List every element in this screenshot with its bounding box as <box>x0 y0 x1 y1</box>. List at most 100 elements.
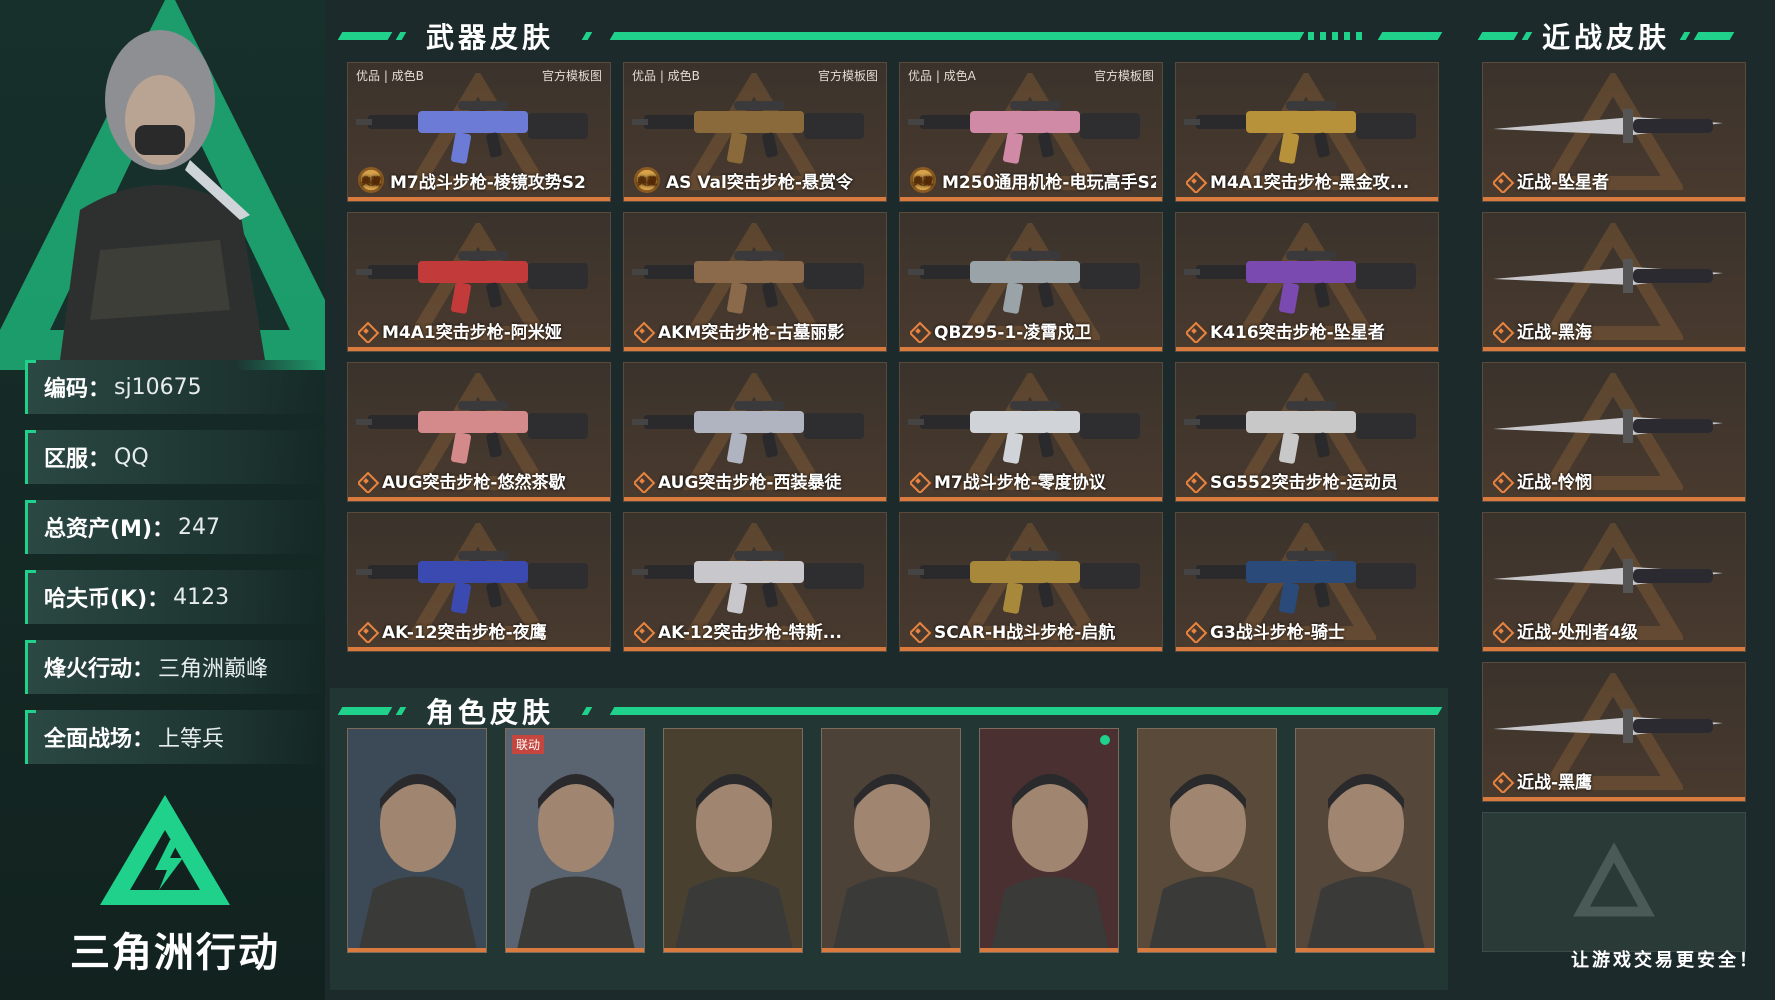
melee-weapon-image <box>1493 559 1723 593</box>
melee-skin-card[interactable]: 近战-黑鹰 <box>1482 662 1746 802</box>
role-skin-card[interactable] <box>979 728 1119 953</box>
weapon-image <box>908 251 1140 314</box>
header-line <box>609 707 1443 715</box>
seal-icon: 典藏 <box>358 167 384 193</box>
weapon-skin-card[interactable]: QBZ95-1-凌霄戍卫 <box>899 212 1163 352</box>
weapon-skin-name: M7战斗步枪-零度协议 <box>934 473 1106 493</box>
info-key: 烽火行动： <box>44 657 155 682</box>
weapon-image <box>632 551 864 614</box>
info-key: 总资产(M)： <box>44 517 175 542</box>
melee-skin-name: 近战-黑鹰 <box>1517 773 1593 793</box>
weapon-skins-title: 武器皮肤 <box>426 21 555 54</box>
weapon-skin-label: AUG突击步枪-西装暴徒 <box>634 468 880 493</box>
weapon-skin-card[interactable]: AK-12突击步枪-夜鹰 <box>347 512 611 652</box>
melee-skin-card[interactable]: 近战-坠星者 <box>1482 62 1746 202</box>
header-accent <box>1377 32 1443 40</box>
role-skin-card[interactable]: 联动 <box>505 728 645 953</box>
weapon-image <box>1184 401 1416 464</box>
weapon-skin-grid: 优品 | 成色B 官方模板图 典藏 M7战斗步枪-棱镜攻势S2 优品 | 成色B 官方模板… <box>347 62 1439 652</box>
role-skins-title: 角色皮肤 <box>426 696 555 729</box>
weapon-skin-label: M4A1突击步枪-阿米娅 <box>358 318 604 343</box>
delta-logo-icon <box>100 795 230 905</box>
melee-skin-card[interactable]: 近战-处刑者4级 <box>1482 512 1746 652</box>
info-key: 全面战场： <box>44 727 155 752</box>
weapon-skin-card[interactable]: AKM突击步枪-古墓丽影 <box>623 212 887 352</box>
header-accent <box>581 32 593 40</box>
delta-watermark-icon <box>1573 842 1655 917</box>
diamond-icon <box>1186 473 1202 489</box>
melee-panel: 近战皮肤 近战-坠星者 近战-黑海 近战-怜悯 近战-处刑者4级 近战-黑鹰 让游戏交易… <box>1470 10 1770 990</box>
weapon-image <box>1184 551 1416 614</box>
info-row-code: 编码： sj10675 <box>25 360 325 414</box>
weapon-skin-card[interactable]: M7战斗步枪-零度协议 <box>899 362 1163 502</box>
weapon-skin-label: M7战斗步枪-零度协议 <box>910 468 1156 493</box>
slogan-text: 让游戏交易更安全！ <box>1571 950 1760 971</box>
melee-skin-card[interactable]: 近战-黑海 <box>1482 212 1746 352</box>
weapon-skin-label: AKM突击步枪-古墓丽影 <box>634 318 880 343</box>
role-skin-card[interactable] <box>821 728 961 953</box>
operator-portrait <box>1296 729 1434 952</box>
profile-panel: 编码： sj10675 区服： QQ 总资产(M)： 247 哈夫币(K)： 4… <box>0 0 325 1000</box>
role-skin-card[interactable] <box>663 728 803 953</box>
diamond-icon <box>634 323 650 339</box>
weapon-skin-card[interactable]: AK-12突击步枪-特斯... <box>623 512 887 652</box>
melee-skin-label: 近战-处刑者4级 <box>1493 618 1739 643</box>
weapon-skin-name: M4A1突击步枪-阿米娅 <box>382 323 562 343</box>
weapon-skin-label: SCAR-H战斗步枪-启航 <box>910 618 1156 643</box>
diamond-icon <box>910 473 926 489</box>
role-skin-card[interactable] <box>1295 728 1435 953</box>
melee-skin-label: 近战-黑海 <box>1493 318 1739 343</box>
weapon-skin-card[interactable]: 优品 | 成色B 官方模板图 典藏 M7战斗步枪-棱镜攻势S2 <box>347 62 611 202</box>
weapon-skin-name: M4A1突击步枪-黑金攻... <box>1210 173 1410 193</box>
weapon-skin-card[interactable]: G3战斗步枪-骑士 <box>1175 512 1439 652</box>
weapon-skin-card[interactable]: 优品 | 成色A 官方模板图 典藏 M250通用机枪-电玩高手S2 <box>899 62 1163 202</box>
melee-weapon-image <box>1493 259 1723 293</box>
header-stripes <box>1308 32 1368 40</box>
diamond-icon <box>1493 623 1509 639</box>
info-row-server: 区服： QQ <box>25 430 325 484</box>
weapon-skin-card[interactable]: M4A1突击步枪-黑金攻... <box>1175 62 1439 202</box>
weapon-skin-name: AS Val突击步枪-悬赏令 <box>666 172 853 193</box>
header-accent <box>1679 32 1691 40</box>
info-row-assets: 总资产(M)： 247 <box>25 500 325 554</box>
account-info-list: 编码： sj10675 区服： QQ 总资产(M)： 247 哈夫币(K)： 4… <box>25 360 325 780</box>
weapon-skin-name: AKM突击步枪-古墓丽影 <box>658 323 845 343</box>
weapon-image <box>1184 251 1416 314</box>
melee-weapon-image <box>1493 409 1723 443</box>
weapon-skin-card[interactable]: SCAR-H战斗步枪-启航 <box>899 512 1163 652</box>
melee-skin-label: 近战-黑鹰 <box>1493 768 1739 793</box>
weapon-skin-label: 典藏 M7战斗步枪-棱镜攻势S2 <box>358 167 604 193</box>
total-assets-value: 247 <box>178 514 221 540</box>
currency-value: 4123 <box>173 584 230 610</box>
weapon-skin-label: M4A1突击步枪-黑金攻... <box>1186 168 1432 193</box>
weapon-image <box>356 401 588 464</box>
weapon-image <box>356 551 588 614</box>
character-portrait <box>60 30 265 360</box>
melee-skin-card[interactable]: 近战-怜悯 <box>1482 362 1746 502</box>
diamond-icon <box>358 323 374 339</box>
weapon-skin-name: K416突击步枪-坠星者 <box>1210 323 1385 343</box>
role-skin-grid: 联动 <box>347 728 1435 953</box>
weapon-skin-card[interactable]: AUG突击步枪-悠然茶歇 <box>347 362 611 502</box>
melee-skin-label: 近战-怜悯 <box>1493 468 1739 493</box>
weapon-skin-card[interactable]: M4A1突击步枪-阿米娅 <box>347 212 611 352</box>
role-skin-card[interactable] <box>347 728 487 953</box>
weapon-skin-card[interactable]: K416突击步枪-坠星者 <box>1175 212 1439 352</box>
weapon-skin-label: QBZ95-1-凌霄戍卫 <box>910 318 1156 343</box>
operator-portrait <box>506 729 644 952</box>
weapon-image <box>1184 101 1416 164</box>
skins-panel: 武器皮肤 优品 | 成色B 官方模板图 典藏 M7战斗步枪-棱镜攻势S2 优品 | 成色… <box>330 10 1450 990</box>
melee-skin-name: 近战-处刑者4级 <box>1517 623 1638 643</box>
diamond-icon <box>1493 773 1509 789</box>
diamond-icon <box>634 473 650 489</box>
diamond-icon <box>634 623 650 639</box>
weapon-skin-card[interactable]: 优品 | 成色B 官方模板图 典藏 AS Val突击步枪-悬赏令 <box>623 62 887 202</box>
melee-weapon-image <box>1493 109 1723 143</box>
battlefield-rank-value: 上等兵 <box>158 727 225 752</box>
diamond-icon <box>910 323 926 339</box>
empty-melee-slot <box>1482 812 1746 952</box>
weapon-skin-label: AK-12突击步枪-夜鹰 <box>358 618 604 643</box>
weapon-skin-card[interactable]: SG552突击步枪-运动员 <box>1175 362 1439 502</box>
weapon-skin-card[interactable]: AUG突击步枪-西装暴徒 <box>623 362 887 502</box>
role-skin-card[interactable] <box>1137 728 1277 953</box>
